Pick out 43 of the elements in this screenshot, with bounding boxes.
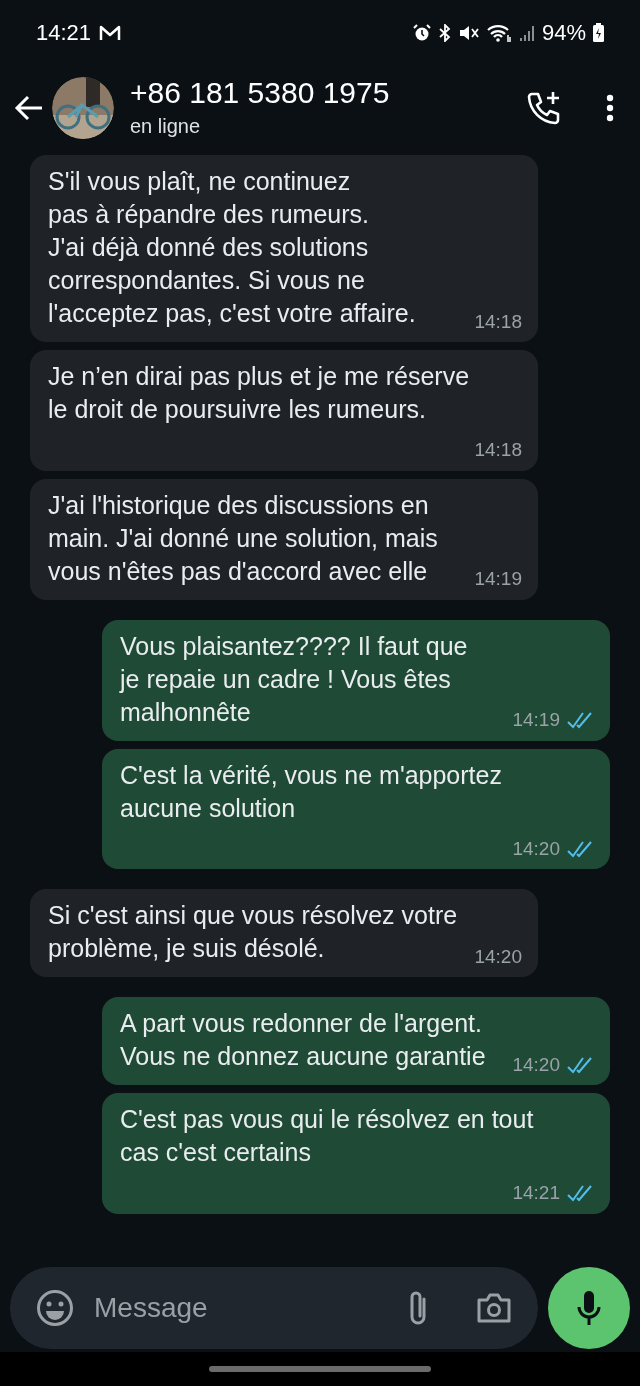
- message-bubble[interactable]: A part vous redonner de l'argent. Vous ne donnez aucune garantie 14:20: [102, 997, 610, 1085]
- bluetooth-icon: [437, 23, 452, 42]
- message-text: A part vous redonner de l'argent. Vous ne donnez aucune garantie: [120, 1008, 486, 1072]
- message-text: Vous plaisantez???? Il faut que je repaie un cadre ! Vous êtes malhonnête: [120, 630, 468, 728]
- message-bubble[interactable]: C'est pas vous qui le résolvez en tout cas c'est certains 14:21: [102, 1093, 610, 1214]
- message-bubble[interactable]: Si c'est ainsi que vous résolvez votre problème, je suis désolé. 14:20: [30, 889, 538, 977]
- signal-icon: [518, 23, 535, 42]
- battery-icon: [593, 23, 604, 42]
- microphone-icon: [576, 1289, 602, 1327]
- message-time: 14:19: [512, 708, 560, 732]
- message-text: S'il vous plaît, ne continuez pas à répandre des rumeurs. J'ai déjà donné des solutions correspondantes. Si vous ne l'acceptez pas, c'est votre affaire.: [48, 166, 416, 329]
- message-bubble[interactable]: S'il vous plaît, ne continuez pas à répandre des rumeurs. J'ai déjà donné des solutions correspondantes. Si vous ne l'acceptez pas, c'est votre affaire. 14:18: [30, 155, 538, 342]
- mail-icon: [99, 24, 122, 41]
- message-text: C'est pas vous qui le résolvez en tout cas c'est certains: [120, 1104, 534, 1168]
- add-call-icon[interactable]: [526, 89, 562, 126]
- mute-icon: [458, 23, 479, 42]
- contact-status: en ligne: [130, 113, 202, 139]
- contact-name[interactable]: +86 181 5380 1975: [130, 74, 526, 111]
- message-bubble[interactable]: Je n’en dirai pas plus et je me réserve le droit de poursuivre les rumeurs. 14:18: [30, 350, 538, 471]
- message-time: 14:20: [474, 944, 522, 969]
- message-time: 14:19: [474, 567, 522, 591]
- message-time: 14:21: [512, 1181, 560, 1205]
- message-input[interactable]: Message: [94, 1287, 406, 1329]
- message-bubble[interactable]: J'ai l'historique des discussions en main. J'ai donné une solution, mais vous n'êtes pas d'accord avec elle 14:19: [30, 478, 538, 600]
- message-text: Si c'est ainsi que vous résolvez votre problème, je suis désolé.: [48, 900, 458, 964]
- message-text: C'est la vérité, vous ne m'apportez aucune solution: [120, 759, 502, 824]
- camera-icon[interactable]: [476, 1292, 512, 1324]
- message-field[interactable]: Message: [10, 1267, 538, 1349]
- message-time: 14:18: [474, 309, 522, 334]
- more-options-icon[interactable]: [606, 93, 614, 122]
- message-time: 14:18: [474, 438, 522, 462]
- back-arrow-icon[interactable]: [14, 94, 44, 121]
- message-text: Je n’en dirai pas plus et je me réserve le droit de poursuivre les rumeurs.: [48, 361, 470, 425]
- message-time: 14:20: [512, 836, 560, 861]
- alarm-icon: [412, 23, 431, 42]
- emoji-icon[interactable]: [36, 1289, 74, 1327]
- battery-percent: 94%: [541, 19, 586, 47]
- message-bubble[interactable]: Vous plaisantez???? Il faut que je repaie un cadre ! Vous êtes malhonnête 14:19: [102, 619, 610, 741]
- message-time: 14:20: [512, 1052, 560, 1077]
- message-text: J'ai l'historique des discussions en main. J'ai donné une solution, mais vous n'êtes pas d'accord avec elle: [48, 489, 438, 587]
- wifi-icon: [485, 22, 512, 43]
- message-bubble[interactable]: C'est la vérité, vous ne m'apportez aucune solution 14:20: [102, 748, 610, 869]
- status-time: 14:21: [36, 19, 92, 47]
